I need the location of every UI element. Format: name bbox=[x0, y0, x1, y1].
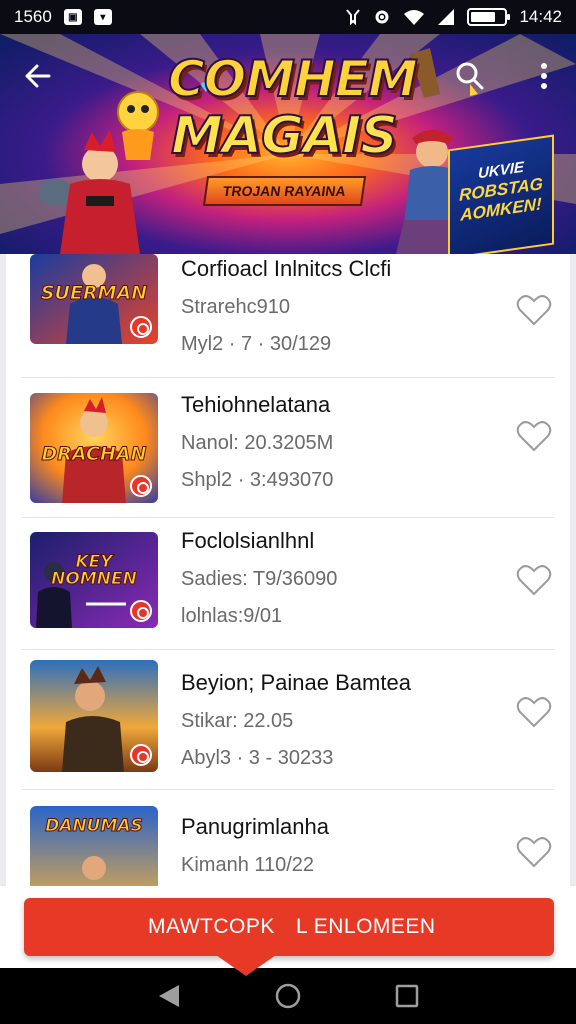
cta-pointer bbox=[206, 948, 286, 976]
heart-outline-icon bbox=[516, 697, 552, 728]
heart-outline-icon bbox=[516, 295, 552, 326]
list-item[interactable]: SUERMAN Corfioacl Inlnitcs Clcfi Strareh… bbox=[22, 254, 554, 378]
arrow-left-icon bbox=[25, 64, 51, 88]
notification-icon: ▾ bbox=[93, 9, 112, 25]
thumbnail-label: DANUMAS bbox=[45, 816, 144, 836]
cta-label-right: L ENLOMEEN bbox=[296, 915, 436, 938]
back-button[interactable] bbox=[14, 52, 62, 100]
settings-gear-icon bbox=[375, 10, 389, 24]
heart-outline-icon bbox=[516, 565, 552, 596]
thumbnail-label: KEY NOMNEN bbox=[51, 552, 138, 589]
item-text: Panugrimlanha Kimanh 110/22 bbox=[181, 814, 481, 877]
item-subtitle: Strarehc910 bbox=[181, 296, 290, 318]
item-subtitle: Stikar: 22.05 bbox=[181, 710, 294, 732]
play-badge-icon bbox=[130, 316, 152, 338]
triangle-back-icon bbox=[159, 985, 180, 1007]
item-subtitle: Kimanh 110/22 bbox=[181, 854, 315, 876]
heart-outline-icon bbox=[516, 837, 552, 868]
favorite-button[interactable] bbox=[514, 560, 554, 600]
thumbnail-label: DRACHAN bbox=[41, 443, 147, 465]
heart-outline-icon bbox=[516, 421, 552, 452]
list-item[interactable]: KEY NOMNEN Foclolsianlhnl Sadies: T9/360… bbox=[22, 518, 554, 650]
item-meta: Myl2 · 7 · 30/129 bbox=[181, 333, 332, 355]
list-item[interactable]: Beyion; Painae Bamtea Stikar: 22.05 Abyl… bbox=[22, 650, 554, 790]
favorite-button[interactable] bbox=[514, 832, 554, 872]
circle-home-icon bbox=[275, 983, 301, 1009]
favorite-button[interactable] bbox=[514, 416, 554, 456]
status-left: 1560 ▣ ▾ bbox=[14, 7, 112, 27]
item-subtitle: Nanol: 20.3205M bbox=[181, 432, 334, 454]
search-icon bbox=[456, 62, 484, 90]
status-time: 14:42 bbox=[519, 7, 562, 26]
item-text: Foclolsianlhnl Sadies: T9/36090 lolnlas:… bbox=[181, 528, 481, 628]
play-badge-icon bbox=[130, 475, 152, 497]
header-banner: COMHEM MAGAIS TROJAN RAYAINA UKVIE ROBST… bbox=[0, 34, 576, 254]
list-item[interactable]: DRACHAN Tehiohnelatana Nanol: 20.3205M S… bbox=[22, 378, 554, 518]
list-item[interactable]: DANUMAS Panugrimlanha Kimanh 110/22 bbox=[22, 790, 554, 886]
game-thumbnail: DANUMAS bbox=[30, 806, 158, 886]
game-thumbnail: DRACHAN bbox=[30, 393, 158, 503]
game-thumbnail bbox=[30, 660, 158, 772]
item-text: Beyion; Painae Bamtea Stikar: 22.05 Abyl… bbox=[181, 670, 481, 770]
play-badge-icon bbox=[130, 600, 152, 622]
favorite-button[interactable] bbox=[514, 692, 554, 732]
banner-title: COMHEM MAGAIS TROJAN RAYAINA bbox=[167, 50, 419, 206]
item-title: Foclolsianlhnl bbox=[181, 528, 315, 553]
nav-recents-button[interactable] bbox=[387, 976, 427, 1016]
item-title: Beyion; Painae Bamtea bbox=[181, 670, 411, 695]
mascot-figure bbox=[117, 91, 159, 160]
banner-title-line-1: COMHEM bbox=[167, 50, 419, 108]
status-right: 14:42 bbox=[345, 7, 562, 27]
promo-badge[interactable]: UKVIE ROBSTAG AOMKEN! bbox=[448, 134, 554, 254]
play-badge-icon bbox=[130, 744, 152, 766]
battery-icon bbox=[467, 8, 511, 26]
square-recents-icon bbox=[395, 984, 418, 1008]
banner-title-line-2: MAGAIS bbox=[170, 106, 399, 166]
game-thumbnail: SUERMAN bbox=[30, 254, 158, 344]
nav-home-button[interactable] bbox=[268, 976, 308, 1016]
thumbnail-label: SUERMAN bbox=[40, 282, 148, 304]
system-nav-bar bbox=[0, 968, 576, 1024]
cta-button[interactable]: MAWTCOPK L ENLOMEEN bbox=[24, 898, 554, 976]
search-button[interactable] bbox=[446, 52, 494, 100]
battery-level bbox=[471, 12, 496, 22]
item-meta: lolnlas:9/01 bbox=[181, 605, 283, 627]
game-list[interactable]: SUERMAN Corfioacl Inlnitcs Clcfi Strareh… bbox=[0, 254, 576, 886]
notification-icon: ▣ bbox=[63, 9, 82, 25]
item-text: Tehiohnelatana Nanol: 20.3205M Shpl2 · 3… bbox=[181, 392, 481, 492]
signal-icon bbox=[438, 9, 455, 25]
game-thumbnail: KEY NOMNEN bbox=[30, 532, 158, 628]
wifi-icon bbox=[404, 10, 425, 25]
status-bar: 1560 ▣ ▾ 14:42 bbox=[0, 0, 576, 34]
item-title: Corfioacl Inlnitcs Clcfi bbox=[181, 256, 392, 281]
alarm-icon bbox=[346, 9, 361, 26]
item-text: Corfioacl Inlnitcs Clcfi Strarehc910 Myl… bbox=[181, 256, 481, 356]
more-vert-icon bbox=[541, 63, 547, 89]
nav-back-button[interactable] bbox=[149, 976, 189, 1016]
item-meta: Shpl2 · 3:493070 bbox=[181, 469, 334, 491]
more-options-button[interactable] bbox=[520, 52, 568, 100]
item-title: Panugrimlanha bbox=[181, 814, 329, 839]
cta-label-left: MAWTCOPK bbox=[148, 915, 275, 938]
item-meta: Abyl3 · 3 - 30233 bbox=[181, 747, 334, 769]
banner-ribbon: TROJAN RAYAINA bbox=[202, 176, 366, 206]
item-title: Tehiohnelatana bbox=[181, 392, 331, 417]
item-subtitle: Sadies: T9/36090 bbox=[181, 568, 338, 590]
favorite-button[interactable] bbox=[514, 290, 554, 330]
status-text: 1560 bbox=[14, 7, 52, 26]
